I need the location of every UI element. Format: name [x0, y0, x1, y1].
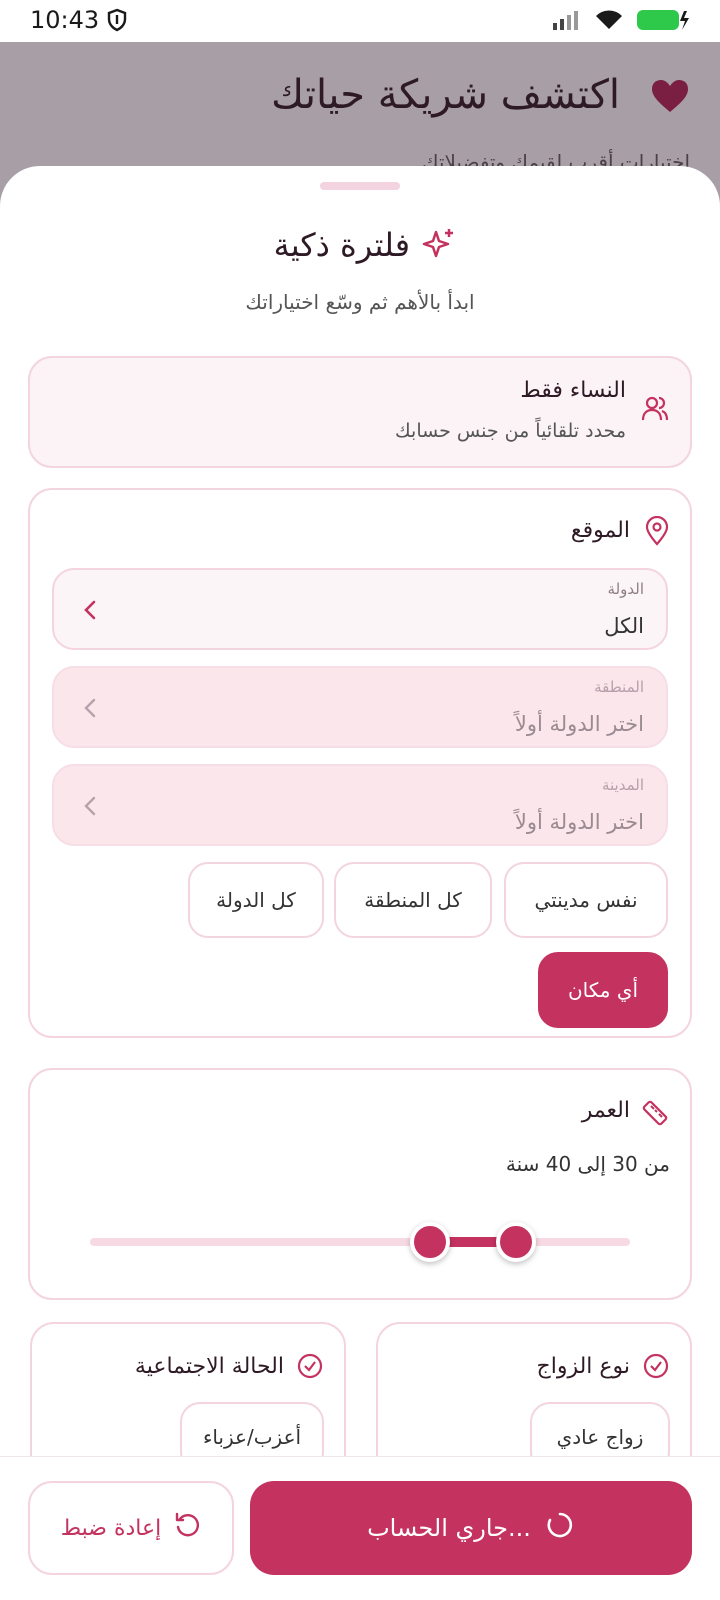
filter-sheet: فلترة ذكية ابدأ بالأهم ثم وسّع اختياراتك… [0, 166, 720, 1600]
loading-spinner-icon [545, 1510, 575, 1546]
age-card: العمر من 30 إلى 40 سنة [28, 1068, 692, 1300]
marital-status-title: الحالة الاجتماعية [134, 1354, 284, 1379]
chevron-left-icon [82, 794, 98, 822]
status-bar: 10:43 [0, 0, 720, 42]
battery-icon [636, 8, 690, 36]
region-select[interactable]: المنطقة اختر الدولة أولاً [52, 666, 668, 748]
action-bar: جاري الحساب... إعادة ضبط [0, 1456, 720, 1600]
location-card: الموقع الدولة الكل المنطقة اختر الدولة أ… [28, 488, 692, 1038]
location-title: الموقع [570, 518, 630, 543]
chip-whole-country[interactable]: كل الدولة [188, 862, 324, 938]
background-title: اكتشف شريكة حياتك [271, 72, 620, 118]
status-time: 10:43 [30, 6, 100, 34]
calculate-button[interactable]: جاري الحساب... [250, 1481, 692, 1575]
city-select[interactable]: المدينة اختر الدولة أولاً [52, 764, 668, 846]
age-max-thumb[interactable] [496, 1222, 536, 1262]
wifi-icon [594, 9, 624, 35]
chevron-left-icon [82, 598, 98, 626]
sparkle-icon [420, 226, 458, 268]
check-circle-icon [296, 1352, 324, 1384]
gender-subtitle: محدد تلقائياً من جنس حسابك [395, 420, 626, 442]
region-value: اختر الدولة أولاً [514, 712, 644, 736]
users-icon [640, 394, 670, 428]
heart-icon [650, 78, 690, 118]
status-indicators [552, 8, 690, 36]
shield-icon [106, 8, 128, 36]
refresh-icon [173, 1511, 201, 1545]
country-label: الدولة [607, 580, 644, 598]
check-circle-icon [642, 1352, 670, 1384]
signal-icon [552, 9, 582, 35]
reset-label: إعادة ضبط [60, 1515, 162, 1541]
city-label: المدينة [601, 776, 644, 794]
calculate-label: جاري الحساب... [367, 1514, 531, 1542]
reset-button[interactable]: إعادة ضبط [28, 1481, 234, 1575]
chip-anywhere[interactable]: أي مكان [538, 952, 668, 1028]
sheet-subtitle: ابدأ بالأهم ثم وسّع اختياراتك [245, 290, 475, 314]
chevron-left-icon [82, 696, 98, 724]
gender-card: النساء فقط محدد تلقائياً من جنس حسابك [28, 356, 692, 468]
age-range-text: من 30 إلى 40 سنة [505, 1152, 670, 1176]
chip-same-city[interactable]: نفس مدينتي [504, 862, 668, 938]
sheet-drag-handle[interactable] [320, 182, 400, 190]
location-pin-icon [644, 515, 670, 550]
country-select[interactable]: الدولة الكل [52, 568, 668, 650]
country-value: الكل [604, 614, 644, 638]
marriage-type-title: نوع الزواج [536, 1354, 631, 1379]
age-slider-track[interactable] [90, 1238, 630, 1246]
age-title: العمر [581, 1098, 630, 1123]
chip-whole-region[interactable]: كل المنطقة [334, 862, 492, 938]
city-value: اختر الدولة أولاً [514, 810, 644, 834]
gender-title: النساء فقط [520, 378, 626, 403]
sheet-title: فلترة ذكية [273, 226, 410, 264]
ruler-icon [640, 1098, 670, 1132]
region-label: المنطقة [594, 678, 644, 696]
age-min-thumb[interactable] [410, 1222, 450, 1262]
